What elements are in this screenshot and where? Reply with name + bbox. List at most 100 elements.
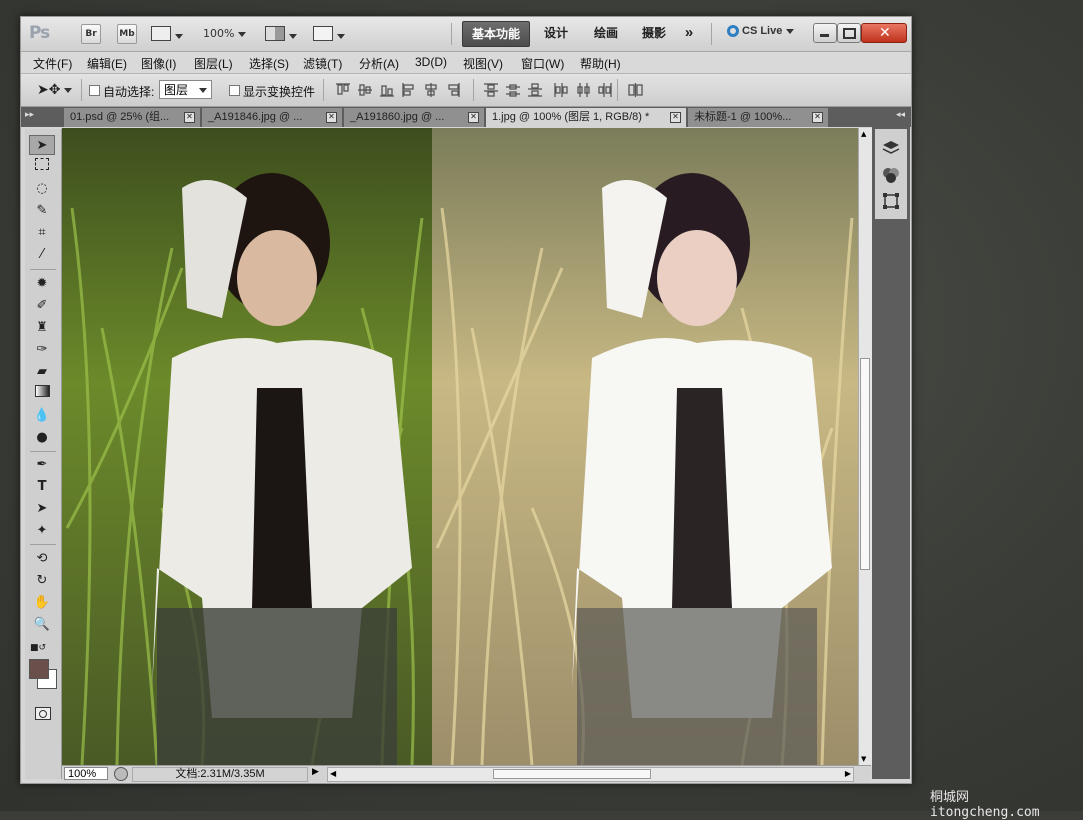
site-watermark: 桐城网 itongcheng.com — [930, 786, 1083, 820]
marquee-tool[interactable] — [29, 157, 55, 177]
type-icon: T — [37, 479, 47, 494]
status-menu-arrow-icon[interactable]: ▶ — [312, 767, 319, 777]
menu-filter[interactable]: 滤镜(T) — [303, 55, 342, 72]
photoshop-window: Ps Br Mb 100% 基本功能 设计 绘画 摄影 » CS Live ✕ … — [20, 16, 912, 784]
photoshop-logo: Ps — [29, 23, 50, 43]
maximize-button[interactable] — [837, 23, 861, 43]
watermark-url: itongcheng.com — [930, 805, 1040, 820]
history-brush-tool[interactable]: ✑ — [29, 340, 55, 360]
marquee-icon — [35, 158, 49, 170]
hand-tool[interactable]: ✋ — [29, 593, 55, 613]
tab-close-icon[interactable]: ✕ — [326, 112, 337, 123]
menu-help[interactable]: 帮助(H) — [580, 55, 621, 72]
tab-label: 01.psd @ 25% (组... — [70, 111, 170, 123]
3d-rotate-tool[interactable]: ⟲ — [29, 549, 55, 569]
quick-select-icon: ✎ — [36, 203, 48, 218]
spot-heal-tool[interactable]: ✹ — [29, 274, 55, 294]
default-colors-icon[interactable]: ■↺ — [30, 643, 46, 653]
paths-panel-icon[interactable] — [881, 191, 901, 211]
eraser-tool[interactable]: ▰ — [29, 362, 55, 382]
crop-tool[interactable]: ⌗ — [29, 223, 55, 243]
eyedropper-tool[interactable]: ⁄ — [29, 245, 55, 265]
auto-select-target-dropdown[interactable]: 图层 — [159, 80, 212, 99]
path-select-tool[interactable]: ➤ — [29, 499, 55, 519]
workspace-painting[interactable]: 绘画 — [586, 21, 626, 45]
lasso-tool[interactable]: ◌ — [29, 179, 55, 199]
status-zoom-field[interactable]: 100% — [64, 767, 108, 780]
tab-1-jpg[interactable]: 1.jpg @ 100% (图层 1, RGB/8) * ✕ — [486, 108, 687, 127]
tab-close-icon[interactable]: ✕ — [468, 112, 479, 123]
screen-mode-icon — [313, 26, 333, 41]
menu-view[interactable]: 视图(V) — [463, 55, 503, 72]
3d-orbit-tool[interactable]: ↻ — [29, 571, 55, 591]
vertical-scroll-thumb[interactable] — [860, 358, 870, 570]
quick-select-tool[interactable]: ✎ — [29, 201, 55, 221]
type-tool[interactable]: T — [29, 477, 55, 497]
menu-3d[interactable]: 3D(D) — [415, 55, 447, 69]
close-button[interactable]: ✕ — [861, 23, 907, 43]
tab-label: _A191860.jpg @ ... — [350, 111, 445, 123]
tab-01-psd[interactable]: 01.psd @ 25% (组... ✕ — [64, 108, 201, 127]
shape-tool[interactable]: ✦ — [29, 521, 55, 541]
expand-panels-icon[interactable]: ◂◂ — [896, 110, 905, 120]
zoom-level-dropdown[interactable]: 100% — [203, 27, 247, 40]
gradient-tool[interactable] — [29, 384, 55, 404]
screen-mode-dropdown[interactable] — [313, 26, 345, 45]
dodge-tool[interactable]: ● — [29, 428, 55, 448]
menu-analysis[interactable]: 分析(A) — [359, 55, 399, 72]
scroll-up-icon[interactable]: ▲ — [861, 130, 866, 138]
collapse-left-icon[interactable]: ▸▸ — [25, 110, 34, 120]
minimize-button[interactable] — [813, 23, 837, 43]
menu-layer[interactable]: 图层(L) — [194, 55, 233, 72]
clone-stamp-tool[interactable]: ♜ — [29, 318, 55, 338]
show-transform-label: 显示变换控件 — [243, 85, 316, 99]
tab-close-icon[interactable]: ✕ — [670, 112, 681, 123]
menu-edit[interactable]: 编辑(E) — [87, 55, 127, 72]
cs-live-icon — [727, 25, 739, 38]
move-tool[interactable]: ➤ — [29, 135, 55, 155]
tab-a191860[interactable]: _A191860.jpg @ ... ✕ — [344, 108, 485, 127]
cs-live-button[interactable]: CS Live — [727, 25, 795, 43]
scroll-right-icon[interactable]: ▶ — [845, 769, 851, 778]
quick-mask-icon — [39, 710, 47, 718]
scroll-left-icon[interactable]: ◀ — [330, 769, 336, 778]
tab-a191846[interactable]: _A191846.jpg @ ... ✕ — [202, 108, 343, 127]
foreground-color-swatch[interactable] — [29, 659, 49, 679]
arrange-documents-dropdown[interactable] — [265, 26, 297, 45]
mini-bridge-button[interactable]: Mb — [117, 24, 137, 44]
arrow-icon: ➤ — [36, 501, 48, 516]
distribute-buttons-group[interactable] — [483, 82, 623, 98]
status-info-icon[interactable] — [114, 767, 128, 781]
pen-tool[interactable]: ✒ — [29, 455, 55, 475]
horizontal-scroll-thumb[interactable] — [493, 769, 651, 779]
tab-close-icon[interactable]: ✕ — [184, 112, 195, 123]
workspace-design[interactable]: 设计 — [536, 21, 576, 45]
align-buttons-group[interactable] — [335, 82, 465, 98]
tab-untitled-1[interactable]: 未标题-1 @ 100%... ✕ — [688, 108, 829, 127]
channels-panel-icon[interactable] — [881, 165, 901, 185]
vertical-scrollbar[interactable]: ▲ ▼ — [858, 128, 872, 765]
show-transform-checkbox[interactable] — [229, 85, 240, 96]
quick-mask-button[interactable] — [35, 707, 51, 720]
menu-window[interactable]: 窗口(W) — [521, 55, 564, 72]
brush-tool[interactable]: ✐ — [29, 296, 55, 316]
view-extras-dropdown[interactable] — [151, 26, 183, 45]
bridge-button[interactable]: Br — [81, 24, 101, 44]
auto-align-layers-button[interactable] — [627, 82, 645, 98]
tab-close-icon[interactable]: ✕ — [812, 112, 823, 123]
workspace-essentials[interactable]: 基本功能 — [462, 21, 530, 47]
document-canvas[interactable] — [62, 128, 858, 765]
cs-live-label: CS Live — [742, 25, 783, 37]
layers-panel-icon[interactable] — [881, 137, 901, 157]
scroll-down-icon[interactable]: ▼ — [861, 755, 866, 763]
zoom-tool[interactable]: 🔍 — [29, 615, 55, 635]
workspace-photography[interactable]: 摄影 — [634, 21, 674, 45]
tool-preset-picker[interactable]: ➤✥ — [37, 82, 73, 98]
more-workspaces-button[interactable]: » — [678, 21, 700, 45]
auto-select-checkbox[interactable] — [89, 85, 100, 96]
menu-image[interactable]: 图像(I) — [141, 55, 176, 72]
menu-file[interactable]: 文件(F) — [33, 55, 72, 72]
horizontal-scrollbar[interactable]: ◀ ▶ — [327, 767, 854, 782]
blur-tool[interactable]: 💧 — [29, 406, 55, 426]
menu-select[interactable]: 选择(S) — [249, 55, 289, 72]
